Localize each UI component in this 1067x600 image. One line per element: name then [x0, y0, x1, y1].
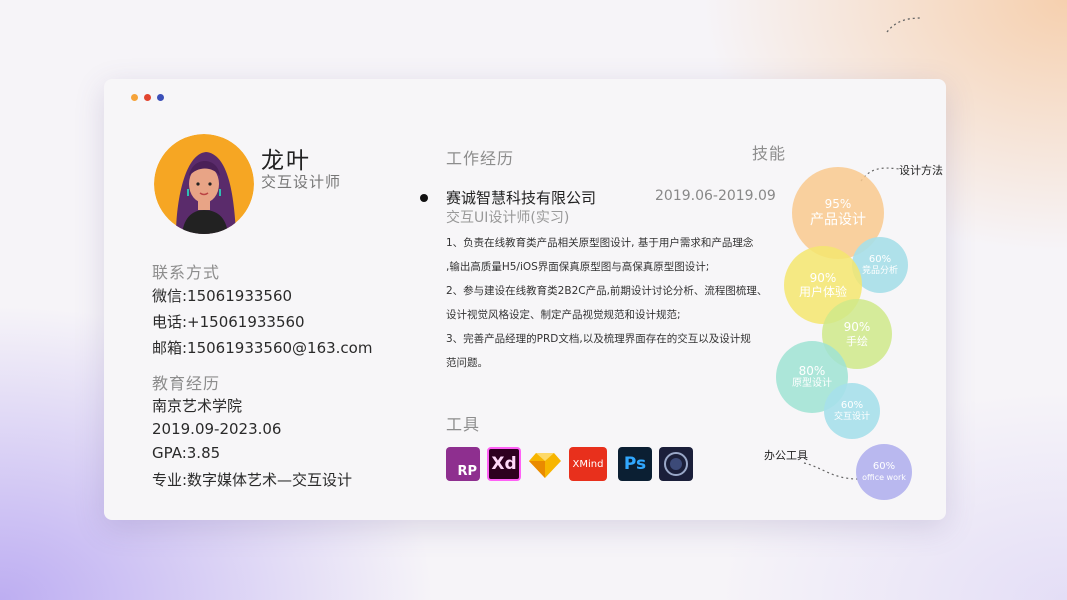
education-school: 南京艺术学院 [152, 397, 243, 415]
job-company: 赛诚智慧科技有限公司 [446, 189, 597, 207]
profile-title: 交互设计师 [261, 173, 342, 191]
job-bullet [420, 194, 428, 202]
profile-name: 龙叶 [261, 148, 311, 174]
tool-label: RP [457, 464, 477, 479]
work-heading: 工作经历 [446, 149, 515, 168]
job-duty-line: 范问题。 [446, 357, 488, 369]
tool-label: Ps [623, 454, 647, 474]
annotation-connector [803, 462, 859, 480]
skill-bubble: 60% office work [856, 444, 912, 500]
skill-label: 手绘 [846, 334, 868, 348]
tools-heading: 工具 [446, 415, 481, 434]
skill-label: 用户体验 [798, 285, 847, 299]
job-duty-line: 1、负责在线教育类产品相关原型图设计, 基于用户需求和产品理念 [446, 237, 754, 249]
avatar [154, 134, 254, 234]
skill-annotation-office: 办公工具 [764, 449, 808, 462]
tool-label: Xd [491, 454, 517, 474]
skill-percent: 95% [824, 197, 852, 212]
job-duty-line: 3、完善产品经理的PRD文档,以及梳理界面存在的交互以及设计规 [446, 333, 751, 345]
tools-list: RP Xd XMind Ps [446, 447, 693, 481]
education-gpa: GPA:3.85 [152, 444, 221, 462]
education-period: 2019.09-2023.06 [152, 420, 282, 438]
education-heading: 教育经历 [152, 374, 221, 393]
window-dot-orange[interactable] [131, 94, 138, 101]
job-duty-line: 设计视觉风格设定、制定产品视觉规范和设计规范; [446, 309, 681, 321]
contact-heading: 联系方式 [152, 263, 221, 282]
skill-percent: 60% [872, 461, 896, 473]
skill-label: 原型设计 [792, 378, 832, 390]
skill-label: 竞品分析 [861, 265, 898, 276]
sketch-icon [528, 447, 562, 481]
job-role: 交互UI设计师(实习) [446, 210, 570, 226]
decorative-dotted-curve [886, 17, 922, 33]
contact-wechat: 微信:15061933560 [152, 287, 293, 305]
window-controls [131, 94, 164, 101]
skill-percent: 60% [840, 399, 864, 411]
adobe-xd-icon: Xd [487, 447, 521, 481]
job-duty-line: ,输出高质量H5/iOS界面保真原型图与高保真原型图设计; [446, 261, 710, 273]
resume-card: 龙叶 交互设计师 联系方式 微信:15061933560 电话:+1506193… [104, 79, 946, 520]
job-duty-line: 2、参与建设在线教育类2B2C产品,前期设计讨论分析、流程图梳理、 [446, 285, 768, 297]
skill-percent: 90% [809, 270, 837, 285]
education-major: 专业:数字媒体艺术—交互设计 [152, 471, 353, 489]
skill-percent: 80% [798, 363, 826, 378]
job-period: 2019.06-2019.09 [655, 188, 776, 204]
axure-rp-icon: RP [446, 447, 480, 481]
skill-percent: 90% [843, 320, 871, 335]
skill-percent: 60% [868, 253, 892, 265]
tool-label: XMind [572, 458, 604, 470]
skill-annotation-design-method: 设计方法 [899, 164, 943, 177]
photoshop-icon: Ps [618, 447, 652, 481]
skill-bubble: 60% 交互设计 [824, 383, 880, 439]
window-dot-red[interactable] [144, 94, 151, 101]
xmind-icon: XMind [569, 447, 607, 481]
skill-label: office work [862, 473, 906, 483]
window-dot-blue[interactable] [157, 94, 164, 101]
cinema4d-icon [659, 447, 693, 481]
skill-label: 交互设计 [833, 411, 870, 422]
skill-label: 产品设计 [810, 211, 866, 228]
contact-phone: 电话:+15061933560 [152, 313, 305, 331]
skills-heading: 技能 [752, 144, 787, 163]
contact-email: 邮箱:15061933560@163.com [152, 339, 373, 357]
